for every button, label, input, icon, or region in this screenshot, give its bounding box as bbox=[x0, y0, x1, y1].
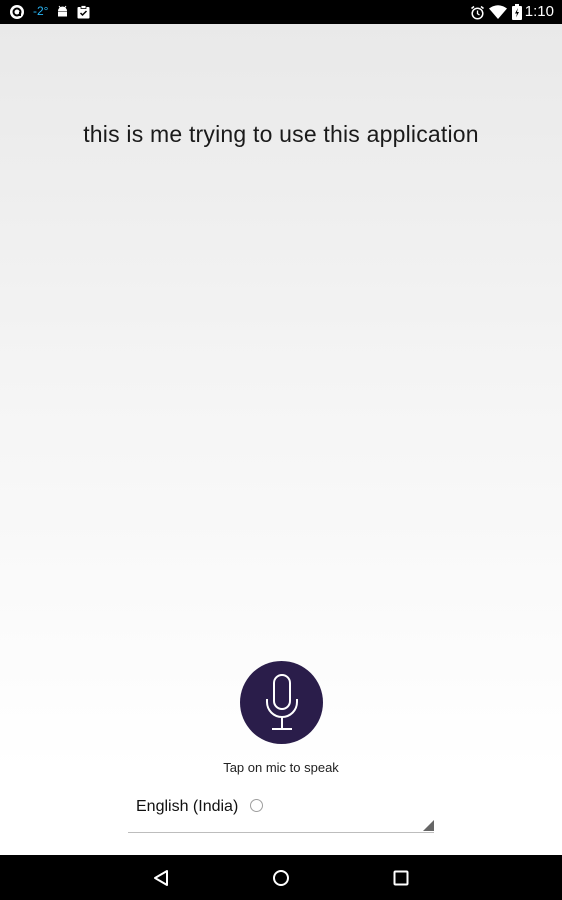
android-debug-icon bbox=[55, 0, 69, 24]
mic-button[interactable] bbox=[240, 661, 323, 744]
recents-icon bbox=[393, 870, 409, 885]
back-button[interactable] bbox=[131, 855, 191, 900]
microphone-icon bbox=[265, 673, 298, 730]
app-notification-icon bbox=[8, 0, 26, 24]
transcript-text: this is me trying to use this applicatio… bbox=[83, 121, 479, 147]
home-icon bbox=[273, 869, 289, 886]
home-button[interactable] bbox=[251, 855, 311, 900]
dropdown-arrow-icon bbox=[423, 820, 434, 831]
alarm-icon bbox=[469, 0, 485, 24]
language-dropdown[interactable]: English (India) bbox=[128, 792, 434, 833]
navigation-bar bbox=[0, 855, 562, 900]
back-icon bbox=[154, 869, 168, 886]
temperature-text: -2° bbox=[33, 4, 49, 18]
recents-button[interactable] bbox=[371, 855, 431, 900]
language-label: English (India) bbox=[136, 798, 239, 815]
mic-hint: Tap on mic to speak bbox=[223, 760, 339, 775]
battery-icon bbox=[511, 0, 523, 24]
wifi-icon bbox=[488, 0, 508, 24]
main-content: this is me trying to use this applicatio… bbox=[0, 24, 562, 855]
status-bar: -2° 1:10 bbox=[0, 0, 562, 24]
clock: 1:10 bbox=[524, 3, 554, 20]
radio-icon bbox=[250, 799, 263, 812]
clipboard-icon bbox=[76, 0, 91, 24]
